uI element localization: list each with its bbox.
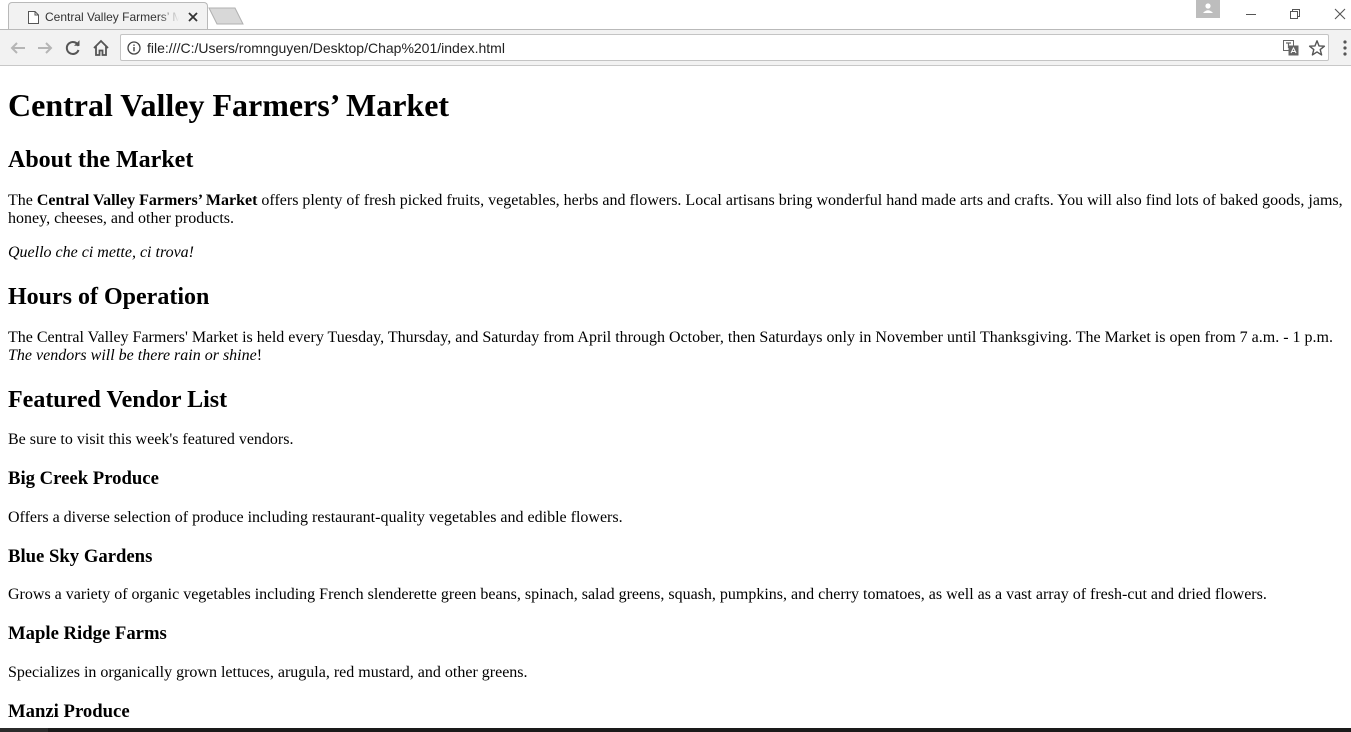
- browser-tab[interactable]: Central Valley Farmers’ Market: [8, 2, 208, 30]
- hours-heading: Hours of Operation: [8, 284, 210, 310]
- window-close-button[interactable]: [1317, 0, 1351, 28]
- hours-note-end: !: [256, 347, 263, 364]
- intro-prefix: The: [8, 192, 37, 209]
- address-bar[interactable]: file:///C:/Users/romnguyen/Desktop/Chap%…: [120, 34, 1329, 61]
- market-name: Central Valley Farmers’ Market: [36, 192, 258, 209]
- hours-text: The Central Valley Farmers' Market is he…: [8, 329, 1343, 365]
- about-heading: About the Market: [8, 147, 194, 173]
- page-icon: [28, 11, 39, 24]
- back-button[interactable]: [8, 38, 28, 58]
- home-button[interactable]: [91, 38, 111, 58]
- vendor-name: Blue Sky Gardens: [8, 546, 153, 567]
- vendors-heading: Featured Vendor List: [8, 387, 228, 413]
- about-intro: The Central Valley Farmers’ Market offer…: [8, 192, 1343, 228]
- vendor-description: Grows a variety of organic vegetables in…: [8, 586, 1267, 603]
- bookmark-star-icon[interactable]: [1308, 39, 1326, 57]
- arrow-right-icon: [38, 42, 53, 54]
- restore-icon: [1289, 9, 1300, 19]
- translate-icon[interactable]: [1283, 40, 1299, 56]
- tab-title: Central Valley Farmers’ Market: [45, 10, 179, 24]
- profile-button[interactable]: [1196, 0, 1220, 18]
- more-vert-icon[interactable]: [1342, 39, 1348, 57]
- arrow-left-icon: [10, 42, 25, 54]
- minimize-button[interactable]: [1228, 0, 1273, 28]
- taskbar-edge: [0, 728, 1351, 732]
- restore-button[interactable]: [1272, 0, 1317, 28]
- page-title: Central Valley Farmers’ Market: [8, 87, 450, 123]
- browser-toolbar: file:///C:/Users/romnguyen/Desktop/Chap%…: [0, 29, 1351, 66]
- close-icon: [1334, 8, 1345, 20]
- about-motto: Quello che ci mette, ci trova!: [8, 244, 1343, 262]
- url-text[interactable]: file:///C:/Users/romnguyen/Desktop/Chap%…: [147, 40, 505, 56]
- vendor-name: Maple Ridge Farms: [8, 623, 167, 644]
- forward-button[interactable]: [35, 38, 55, 58]
- minimize-icon: [1245, 14, 1256, 15]
- hours-note: The vendors will be there rain or shine: [8, 347, 257, 364]
- close-icon[interactable]: [187, 11, 199, 23]
- person-icon: [1203, 3, 1213, 13]
- new-tab-button[interactable]: [208, 7, 244, 25]
- vendor-description: Specializes in organically grown lettuce…: [8, 664, 528, 681]
- vendor-name: Big Creek Produce: [8, 468, 159, 489]
- vendor-description: Offers a diverse selection of produce in…: [8, 509, 623, 526]
- motto-text: Quello che ci mette, ci trova!: [8, 244, 194, 261]
- vendor-name: Manzi Produce: [8, 701, 130, 722]
- reload-icon: [65, 40, 80, 55]
- reload-button[interactable]: [63, 38, 83, 58]
- info-icon[interactable]: [127, 41, 141, 55]
- browser-titlebar: Central Valley Farmers’ Market: [0, 0, 1351, 30]
- hours-description: The Central Valley Farmers' Market is he…: [8, 329, 1333, 346]
- home-icon: [93, 39, 109, 56]
- vendors-intro: Be sure to visit this week's featured ve…: [8, 431, 294, 448]
- page-viewport: Central Valley Farmers’ Market About the…: [0, 66, 1351, 728]
